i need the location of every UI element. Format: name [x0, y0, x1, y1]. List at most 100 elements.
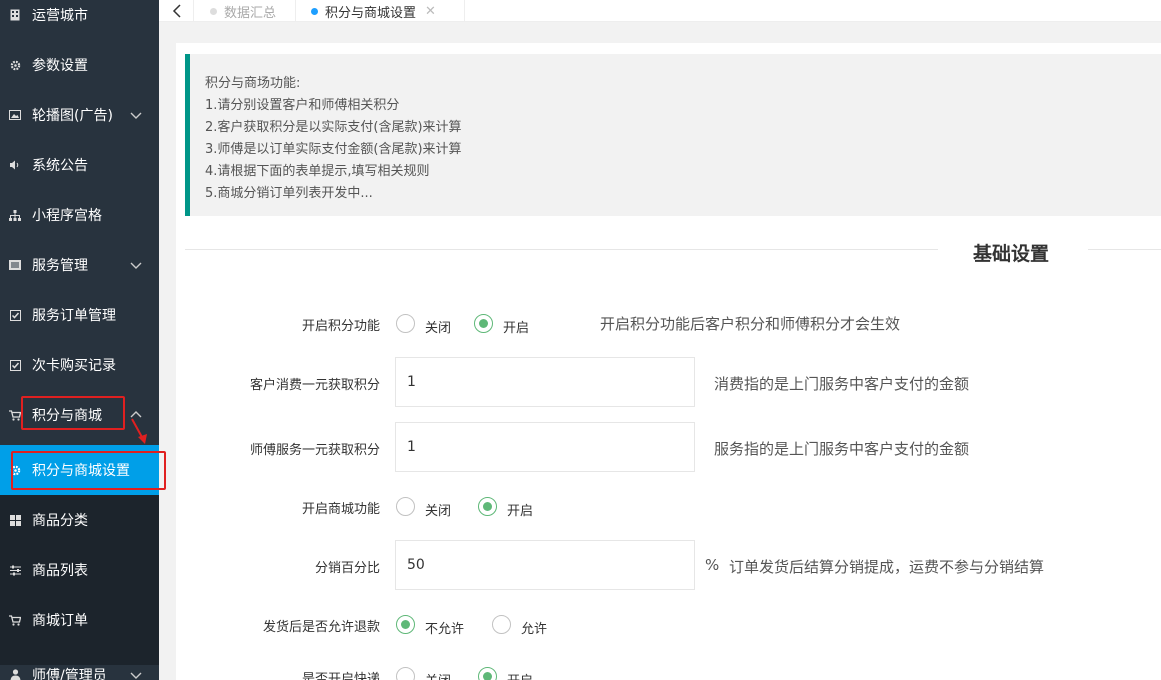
sidebar-subitem-product-list[interactable]: 商品列表 — [0, 545, 159, 595]
radio-mall-on[interactable] — [478, 497, 497, 516]
tab-label: 数据汇总 — [224, 5, 277, 21]
radio-label: 不允许 — [425, 622, 465, 637]
sidebar-item-masters-admins[interactable]: 师傅/管理员 — [0, 650, 159, 680]
gear-icon — [9, 59, 21, 71]
sidebar-item-label: 师傅/管理员 — [32, 668, 107, 680]
sidebar-item-service-management[interactable]: 服务管理 — [0, 240, 159, 290]
notice-line: 1.请分别设置客户和师傅相关积分 — [205, 98, 400, 113]
gear-icon — [9, 464, 21, 476]
sidebar-item-label: 服务订单管理 — [32, 308, 116, 324]
radio-label: 允许 — [521, 622, 548, 637]
sidebar-item-label: 服务管理 — [32, 258, 88, 274]
percent-unit: % — [705, 556, 720, 574]
sidebar-item-banner[interactable]: 轮播图(广告) — [0, 90, 159, 140]
notice-title: 积分与商场功能: — [205, 76, 301, 91]
tab-points-mall-settings[interactable]: 积分与商城设置 ✕ — [311, 0, 436, 22]
sidebar-item-label: 商城订单 — [32, 613, 88, 629]
hint-distribution: 订单发货后结算分销提成，运费不参与分销结算 — [729, 558, 1045, 576]
sidebar-item-label: 系统公告 — [32, 158, 88, 174]
sidebar-item-label: 商品列表 — [32, 563, 88, 579]
distribution-percent-input[interactable] — [395, 540, 695, 590]
hint-master-points: 服务指的是上门服务中客户支付的金额 — [714, 440, 970, 458]
sitemap-icon — [9, 209, 21, 221]
list-icon — [9, 259, 21, 271]
notice-box: 积分与商场功能: 1.请分别设置客户和师傅相关积分 2.客户获取积分是以实际支付… — [185, 54, 1161, 216]
tab-status-dot — [210, 7, 217, 15]
radio-label: 开启 — [507, 504, 534, 519]
label-customer-points: 客户消费一元获取积分 — [249, 378, 380, 393]
tab-separator — [464, 0, 465, 22]
check-square-icon — [9, 309, 21, 321]
sidebar-item-label: 参数设置 — [32, 58, 88, 74]
close-icon[interactable]: ✕ — [425, 4, 436, 19]
tab-bar: 数据汇总 积分与商城设置 ✕ — [159, 0, 1161, 22]
chevron-left-icon[interactable] — [169, 2, 185, 20]
sidebar-item-label: 积分与商城 — [32, 408, 102, 424]
radio-label: 关闭 — [425, 670, 451, 680]
label-refund: 发货后是否允许退款 — [262, 620, 380, 635]
tab-separator — [193, 0, 194, 22]
cart-icon — [9, 614, 21, 626]
sidebar-item-label: 小程序宫格 — [32, 208, 102, 224]
label-master-points: 师傅服务一元获取积分 — [249, 443, 380, 458]
sidebar-item-announcement[interactable]: 系统公告 — [0, 140, 159, 190]
sidebar-item-parameters[interactable]: 参数设置 — [0, 40, 159, 90]
radio-mall-off[interactable] — [396, 497, 415, 516]
sidebar-item-label: 轮播图(广告) — [32, 108, 113, 124]
label-mall-enable: 开启商城功能 — [301, 502, 380, 517]
tab-status-dot — [311, 7, 318, 15]
radio-points-on[interactable] — [474, 314, 493, 333]
sidebar-item-label: 运营城市 — [32, 8, 88, 24]
grid-icon — [9, 514, 21, 526]
tab-data-summary[interactable]: 数据汇总 — [210, 0, 276, 22]
building-icon — [9, 9, 21, 21]
tab-separator — [295, 0, 296, 22]
radio-label: 开启 — [503, 321, 530, 336]
sidebar-subitem-mall-orders[interactable]: 商城订单 — [0, 595, 159, 645]
label-points-enable: 开启积分功能 — [301, 319, 380, 334]
section-title: 基础设置 — [973, 243, 1050, 265]
sidebar-item-label: 积分与商城设置 — [32, 463, 130, 479]
notice-line: 5.商城分销订单列表开发中... — [205, 186, 373, 201]
cart-icon — [9, 409, 21, 421]
sidebar-item-label: 商品分类 — [32, 513, 88, 529]
notice-line: 4.请根据下面的表单提示,填写相关规则 — [205, 164, 430, 179]
radio-express-on[interactable] — [478, 667, 497, 680]
sidebar-subitem-product-category[interactable]: 商品分类 — [0, 495, 159, 545]
chevron-down-icon — [130, 259, 142, 271]
label-express: 是否开启快递 — [301, 672, 380, 680]
image-icon — [9, 109, 21, 121]
sidebar-item-card-purchases[interactable]: 次卡购买记录 — [0, 340, 159, 390]
submenu-points-mall: 积分与商城设置 商品分类 商品列表 商城订单 — [0, 445, 159, 665]
radio-points-off[interactable] — [396, 314, 415, 333]
radio-express-off[interactable] — [396, 667, 415, 680]
sidebar-item-operating-city[interactable]: 运营城市 — [0, 0, 159, 40]
annotation-arrow-icon — [131, 418, 147, 444]
sidebar-item-miniprogram-grid[interactable]: 小程序宫格 — [0, 190, 159, 240]
check-square-icon — [9, 359, 21, 371]
hint-points-enable: 开启积分功能后客户积分和师傅积分才会生效 — [600, 315, 901, 333]
radio-label: 开启 — [507, 670, 533, 680]
notice-line: 2.客户获取积分是以实际支付(含尾款)来计算 — [205, 120, 462, 135]
customer-points-input[interactable] — [395, 357, 695, 407]
chevron-down-icon — [130, 109, 142, 121]
sidebar-item-service-orders[interactable]: 服务订单管理 — [0, 290, 159, 340]
notice-line: 3.师傅是以订单实际支付金额(含尾款)来计算 — [205, 142, 462, 157]
sliders-icon — [9, 564, 21, 576]
radio-label: 关闭 — [425, 504, 452, 519]
master-points-input[interactable] — [395, 422, 695, 472]
user-icon — [9, 669, 21, 680]
main-content: 积分与商场功能: 1.请分别设置客户和师傅相关积分 2.客户获取积分是以实际支付… — [176, 43, 1161, 680]
section-divider — [185, 249, 938, 250]
hint-customer-points: 消费指的是上门服务中客户支付的金额 — [714, 375, 970, 393]
label-distribution: 分销百分比 — [314, 561, 380, 576]
section-divider — [1088, 249, 1161, 250]
speaker-icon — [9, 159, 21, 171]
sidebar-subitem-points-mall-settings[interactable]: 积分与商城设置 — [0, 445, 159, 495]
tab-label: 积分与商城设置 — [325, 5, 417, 21]
radio-refund-yes[interactable] — [492, 615, 511, 634]
chevron-down-icon — [130, 669, 142, 680]
sidebar-item-label: 次卡购买记录 — [32, 358, 116, 374]
radio-refund-no[interactable] — [396, 615, 415, 634]
sidebar: 运营城市 参数设置 轮播图(广告) 系统公告 小程序宫格 服务管理 服务订单管理… — [0, 0, 159, 680]
